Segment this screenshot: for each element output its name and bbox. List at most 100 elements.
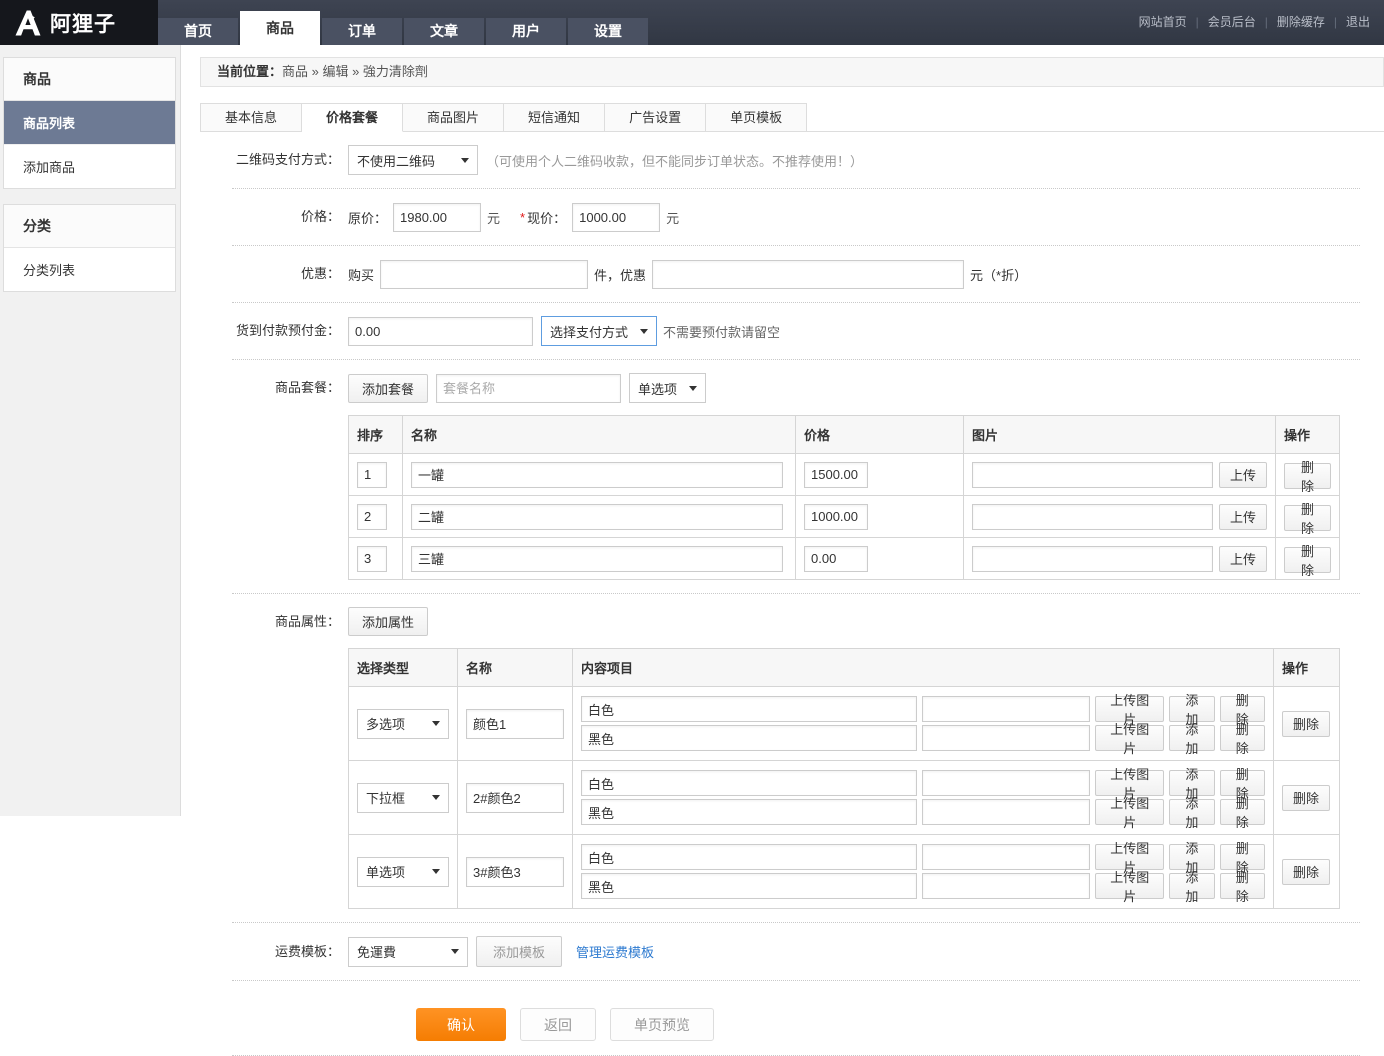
package-name-input[interactable]	[436, 374, 621, 403]
nav-item-orders[interactable]: 订单	[322, 18, 402, 45]
original-price-input[interactable]	[393, 203, 481, 232]
chevron-down-icon	[689, 386, 697, 391]
tab-basic-info[interactable]: 基本信息	[200, 103, 302, 132]
breadcrumb: 当前位置：商品 » 编辑 » 強力清除劑	[200, 57, 1384, 87]
sidebar-item-add-product[interactable]: 添加商品	[4, 145, 175, 188]
delete-item-button[interactable]: 删除	[1220, 844, 1265, 870]
link-site-home[interactable]: 网站首页	[1139, 15, 1187, 29]
attribute-item-value-input[interactable]	[581, 696, 917, 722]
attribute-item-image-input[interactable]	[922, 844, 1090, 870]
nav-item-products[interactable]: 商品	[240, 11, 320, 45]
attribute-type-select[interactable]: 单选项	[357, 857, 449, 887]
payment-method-select[interactable]: 选择支付方式	[541, 316, 657, 346]
upload-button[interactable]: 上传	[1219, 546, 1267, 572]
package-table: 排序 名称 价格 图片 操作	[348, 415, 1340, 580]
attribute-name-input[interactable]	[466, 709, 564, 739]
package-price-input[interactable]	[804, 462, 868, 488]
add-package-button[interactable]: 添加套餐	[348, 374, 428, 403]
discount-amount-input[interactable]	[652, 260, 964, 289]
single-page-preview-button[interactable]: 单页预览	[610, 1008, 714, 1041]
package-price-input[interactable]	[804, 504, 868, 530]
delete-attribute-button[interactable]: 删除	[1282, 711, 1330, 737]
package-name-cell-input[interactable]	[411, 462, 783, 488]
package-order-input[interactable]	[357, 546, 387, 572]
upload-image-button[interactable]: 上传图片	[1095, 873, 1164, 899]
column-header-content-items: 内容项目	[573, 649, 1274, 687]
column-header-order: 排序	[349, 416, 403, 454]
attribute-type-select[interactable]: 多选项	[357, 709, 449, 739]
attribute-item-value-input[interactable]	[581, 844, 917, 870]
upload-image-button[interactable]: 上传图片	[1095, 844, 1164, 870]
nav-item-users[interactable]: 用户	[486, 18, 566, 45]
prepay-amount-input[interactable]	[348, 317, 533, 346]
upload-image-button[interactable]: 上传图片	[1095, 725, 1164, 751]
nav-item-articles[interactable]: 文章	[404, 18, 484, 45]
package-image-input[interactable]	[972, 462, 1213, 488]
tab-single-page-template[interactable]: 单页模板	[706, 103, 807, 132]
delete-attribute-button[interactable]: 删除	[1282, 859, 1330, 885]
package-order-input[interactable]	[357, 462, 387, 488]
divider: |	[1196, 15, 1199, 29]
delete-item-button[interactable]: 删除	[1220, 799, 1265, 825]
attribute-item-value-input[interactable]	[581, 873, 917, 899]
nav-item-settings[interactable]: 设置	[568, 18, 648, 45]
sidebar-item-category-list[interactable]: 分类列表	[4, 248, 175, 291]
add-item-button[interactable]: 添加	[1169, 799, 1214, 825]
attribute-item-value-input[interactable]	[581, 799, 917, 825]
attribute-item-value-input[interactable]	[581, 725, 917, 751]
package-image-input[interactable]	[972, 504, 1213, 530]
manage-shipping-templates-link[interactable]: 管理运费模板	[576, 942, 654, 961]
upload-button[interactable]: 上传	[1219, 462, 1267, 488]
package-price-input[interactable]	[804, 546, 868, 572]
tab-sms-notify[interactable]: 短信通知	[504, 103, 605, 132]
attribute-item: 上传图片 添加 删除	[581, 799, 1265, 825]
delete-item-button[interactable]: 删除	[1220, 873, 1265, 899]
link-member-backend[interactable]: 会员后台	[1208, 15, 1256, 29]
package-name-cell-input[interactable]	[411, 546, 783, 572]
link-clear-cache[interactable]: 删除缓存	[1277, 15, 1325, 29]
add-template-button[interactable]: 添加模板	[476, 936, 562, 967]
add-attribute-button[interactable]: 添加属性	[348, 607, 428, 636]
form-row-prepay: 货到付款预付金： 选择支付方式 不需要预付款请留空	[232, 303, 1360, 360]
select-value: 单选项	[638, 379, 677, 398]
back-button[interactable]: 返回	[520, 1008, 596, 1041]
delete-attribute-button[interactable]: 删除	[1282, 785, 1330, 811]
package-order-input[interactable]	[357, 504, 387, 530]
package-name-cell-input[interactable]	[411, 504, 783, 530]
add-item-button[interactable]: 添加	[1169, 844, 1214, 870]
current-price-input[interactable]	[572, 203, 660, 232]
delete-package-button[interactable]: 删除	[1284, 505, 1331, 531]
attribute-type-select[interactable]: 下拉框	[357, 783, 449, 813]
package-image-input[interactable]	[972, 546, 1213, 572]
upload-button[interactable]: 上传	[1219, 504, 1267, 530]
link-logout[interactable]: 退出	[1346, 15, 1370, 29]
attribute-item-image-input[interactable]	[922, 725, 1090, 751]
edit-form: 二维码支付方式： 不使用二维码 （可使用个人二维码收款，但不能同步订单状态。不推…	[232, 132, 1360, 1056]
shipping-template-select[interactable]: 免運費	[348, 937, 468, 967]
tab-price-package[interactable]: 价格套餐	[302, 103, 403, 132]
sidebar-item-product-list[interactable]: 商品列表	[4, 101, 175, 145]
confirm-button[interactable]: 确认	[416, 1008, 506, 1041]
qrcode-payment-select[interactable]: 不使用二维码	[348, 145, 478, 175]
attribute-name-input[interactable]	[466, 857, 564, 887]
attribute-item-value-input[interactable]	[581, 770, 917, 796]
package-type-select[interactable]: 单选项	[629, 373, 706, 403]
delete-package-button[interactable]: 删除	[1284, 547, 1331, 573]
chevron-down-icon	[432, 721, 440, 726]
add-item-button[interactable]: 添加	[1169, 873, 1214, 899]
chevron-down-icon	[461, 158, 469, 163]
delete-item-button[interactable]: 删除	[1220, 725, 1265, 751]
nav-item-home[interactable]: 首页	[158, 18, 238, 45]
discount-quantity-input[interactable]	[380, 260, 588, 289]
attribute-item-image-input[interactable]	[922, 770, 1090, 796]
attribute-item-image-input[interactable]	[922, 799, 1090, 825]
tab-ad-settings[interactable]: 广告设置	[605, 103, 706, 132]
attribute-item-image-input[interactable]	[922, 696, 1090, 722]
add-item-button[interactable]: 添加	[1169, 725, 1214, 751]
attribute-name-input[interactable]	[466, 783, 564, 813]
tab-product-images[interactable]: 商品图片	[403, 103, 504, 132]
package-row: 上传 删除	[349, 454, 1340, 496]
upload-image-button[interactable]: 上传图片	[1095, 799, 1164, 825]
attribute-item-image-input[interactable]	[922, 873, 1090, 899]
delete-package-button[interactable]: 删除	[1284, 463, 1331, 489]
